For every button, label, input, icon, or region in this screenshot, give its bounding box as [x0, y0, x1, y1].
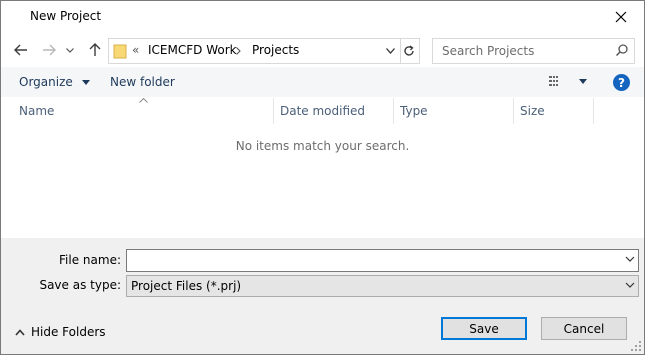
back-arrow-icon: [14, 44, 27, 56]
breadcrumb-projects[interactable]: Projects: [252, 43, 299, 57]
empty-list-message: No items match your search.: [235, 139, 410, 153]
column-header-size[interactable]: Size: [520, 98, 590, 124]
address-dropdown-button[interactable]: [381, 39, 399, 63]
help-icon: ?: [618, 75, 625, 90]
save-button[interactable]: Save: [441, 317, 527, 340]
navigation-bar: « ICEMCFD Work Projects: [1, 35, 644, 64]
command-bar: Organize New folder ?: [1, 67, 644, 97]
caret-down-icon: [578, 79, 587, 84]
cancel-button[interactable]: Cancel: [541, 317, 627, 340]
close-button[interactable]: [598, 1, 644, 32]
column-divider[interactable]: [593, 98, 594, 124]
help-button[interactable]: ?: [613, 74, 630, 91]
recent-locations-button[interactable]: [63, 39, 77, 61]
column-header-row: Name Date modified Type Size: [1, 98, 644, 124]
list-view-icon: [549, 76, 558, 86]
up-button[interactable]: [84, 39, 106, 61]
file-name-label: File name:: [59, 253, 121, 267]
up-arrow-icon: [89, 43, 101, 56]
save-as-type-label: Save as type:: [39, 278, 121, 292]
file-name-combobox: [126, 249, 639, 272]
column-divider[interactable]: [393, 98, 394, 124]
chevron-down-icon: [385, 48, 395, 54]
chevron-down-icon: [625, 282, 635, 288]
column-divider[interactable]: [513, 98, 514, 124]
chevron-down-icon[interactable]: [624, 253, 636, 265]
close-icon: [615, 11, 627, 22]
save-as-type-value: Project Files (*.prj): [131, 279, 242, 293]
breadcrumb-overflow[interactable]: «: [132, 43, 139, 57]
chevron-down-icon: [66, 47, 74, 53]
new-folder-button[interactable]: New folder: [110, 75, 175, 89]
caret-down-icon: [81, 80, 90, 85]
organize-menu[interactable]: Organize: [19, 75, 90, 89]
breadcrumb-chevron-icon: [236, 47, 241, 55]
search-icon: [615, 44, 628, 57]
folder-icon: [113, 44, 127, 59]
back-button[interactable]: [10, 39, 32, 61]
view-options-button[interactable]: [549, 76, 587, 90]
dialog-footer: File name: Save as type: Project Files (…: [1, 238, 644, 354]
refresh-icon: [404, 45, 414, 56]
file-name-input[interactable]: [130, 252, 614, 270]
window-title: New Project: [30, 9, 102, 23]
hide-folders-toggle[interactable]: Hide Folders: [15, 325, 106, 339]
column-divider[interactable]: [273, 98, 274, 124]
refresh-button[interactable]: [399, 38, 420, 64]
search-box: [432, 38, 635, 64]
hide-folders-label: Hide Folders: [31, 325, 106, 339]
title-bar: New Project: [1, 1, 644, 32]
save-dialog: New Project « ICEMCFD Work Projects Sear…: [0, 0, 645, 355]
breadcrumb-icemcfd-work[interactable]: ICEMCFD Work: [148, 43, 237, 57]
resize-grip-icon[interactable]: [631, 341, 642, 352]
column-header-type[interactable]: Type: [400, 98, 510, 124]
save-as-type-select[interactable]: Project Files (*.prj): [126, 275, 639, 297]
column-header-name[interactable]: Name: [19, 98, 271, 124]
forward-arrow-icon: [43, 44, 56, 56]
organize-label: Organize: [19, 75, 73, 89]
column-header-date-modified[interactable]: Date modified: [280, 98, 392, 124]
search-input[interactable]: [440, 42, 614, 60]
address-bar[interactable]: « ICEMCFD Work Projects: [108, 38, 401, 64]
forward-button[interactable]: [38, 39, 60, 61]
chevron-up-icon: [15, 328, 25, 336]
